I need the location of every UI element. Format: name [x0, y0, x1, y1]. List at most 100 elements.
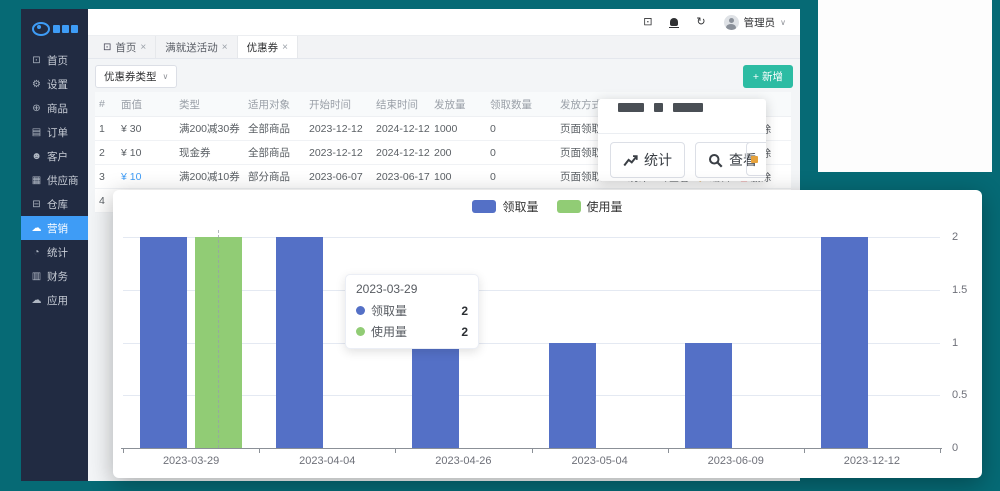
refresh-icon[interactable]: ↻ [696, 17, 705, 28]
add-button[interactable]: +新增 [743, 65, 793, 88]
sidebar-item-10[interactable]: ▥财务 [21, 264, 88, 288]
avatar [724, 15, 739, 30]
sidebar-item-7[interactable]: ⊟仓库 [21, 192, 88, 216]
screenshot-canvas: ⊡首页⚙设置⊕商品▤订单☻客户▦供应商⊟仓库☁营销◔统计▥财务☁应用 ⊡ ↻ 管… [0, 0, 1000, 491]
stats-icon: ◔ [31, 247, 42, 258]
fullscreen-icon[interactable]: ⊡ [643, 17, 652, 28]
sidebar-item-8[interactable]: ☁营销 [21, 216, 88, 240]
bar-领取量-2023-05-04[interactable] [549, 343, 596, 449]
logo-text [53, 25, 78, 33]
top-right-panel [818, 0, 992, 172]
table-cell: 0 [486, 141, 556, 165]
coupon-stats-chart: 领取量使用量00.511.522023-03-292023-04-042023-… [113, 190, 982, 478]
popup-buttons: 统计查看 [610, 142, 766, 178]
suppliers-icon: ▦ [31, 175, 42, 186]
coupon-value-link[interactable]: ¥ 10 [117, 165, 175, 189]
sidebar-item-2[interactable]: ⚙设置 [21, 72, 88, 96]
chart-tooltip: 2023-03-29领取量2使用量2 [345, 274, 479, 349]
screen-icon: ⊡ [103, 42, 111, 53]
x-axis-label: 2023-03-29 [123, 455, 259, 467]
x-axis-label: 2023-12-12 [804, 455, 940, 467]
bar-领取量-2023-12-12[interactable] [821, 237, 868, 448]
table-cell: 2023-06-07 [305, 165, 372, 189]
popup-chart-line-button[interactable]: 统计 [610, 142, 685, 178]
tab-label: 满就送活动 [165, 40, 218, 55]
tooltip-row: 使用量2 [356, 323, 468, 340]
table-cell: 2023-06-17 [372, 165, 430, 189]
table-cell: 2 [95, 141, 117, 165]
sidebar-item-5[interactable]: ☻ 客户 [21, 144, 88, 168]
cropped-text-fragment [618, 103, 703, 112]
sidebar-nav: ⊡首页⚙设置⊕商品▤订单 ☻ 客户 ▦供应商⊟仓库☁营销◔统计▥财务☁应用 [21, 48, 88, 312]
y-axis-tick-label: 0.5 [952, 389, 967, 401]
table-cell: 1 [95, 117, 117, 141]
plus-icon: + [753, 71, 759, 83]
toolbar: 优惠券类型 ∨ +新增 [95, 65, 793, 92]
close-icon[interactable]: × [282, 42, 288, 53]
sidebar-item-label: 客户 [47, 149, 68, 164]
sidebar-item-label: 订单 [47, 125, 68, 140]
chevron-down-icon: ∨ [163, 72, 169, 81]
user-menu[interactable]: 管理员 ∨ [724, 15, 786, 30]
finance-icon: ▥ [31, 271, 42, 282]
table-cell: 100 [430, 165, 486, 189]
legend-swatch [557, 200, 581, 213]
tab-1[interactable]: ⊡首页× [94, 36, 156, 58]
tab-2[interactable]: 满就送活动 × [156, 36, 237, 58]
warehouse-icon: ⊟ [31, 199, 42, 210]
apps-icon: ☁ [31, 295, 42, 306]
topbar: ⊡ ↻ 管理员 ∨ [88, 9, 800, 36]
table-cell: ¥ 10 [117, 141, 175, 165]
close-icon[interactable]: × [140, 42, 146, 53]
x-axis-tick [804, 448, 805, 453]
table-cell: 全部商品 [244, 117, 305, 141]
bar-领取量-2023-03-29[interactable] [140, 237, 187, 448]
sidebar-item-1[interactable]: ⊡首页 [21, 48, 88, 72]
add-label: 新增 [762, 69, 783, 84]
sidebar-item-4[interactable]: ▤订单 [21, 120, 88, 144]
app-logo[interactable] [21, 9, 88, 48]
bar-领取量-2023-04-04[interactable] [276, 237, 323, 448]
chart-legend: 领取量 使用量 [113, 198, 982, 215]
legend-item[interactable]: 使用量 [557, 198, 623, 215]
table-cell: 全部商品 [244, 141, 305, 165]
table-cell: 现金券 [175, 141, 244, 165]
close-icon[interactable]: × [222, 42, 228, 53]
bell-icon[interactable] [670, 18, 678, 26]
sidebar-item-label: 商品 [47, 101, 68, 116]
table-cell: 部分商品 [244, 165, 305, 189]
x-axis-label: 2023-06-09 [668, 455, 804, 467]
sidebar-item-label: 首页 [47, 53, 68, 68]
x-axis-tick [532, 448, 533, 453]
column-header: 类型 [175, 92, 244, 117]
x-axis-tick [123, 448, 124, 453]
bar-领取量-2023-04-26[interactable] [412, 343, 459, 449]
column-header: # [95, 92, 117, 117]
table-cell: 2023-12-12 [305, 117, 372, 141]
column-header: 面值 [117, 92, 175, 117]
cropped-edit-button[interactable] [746, 142, 766, 176]
sidebar-item-9[interactable]: ◔统计 [21, 240, 88, 264]
table-cell: 2024-12-12 [372, 117, 430, 141]
x-axis-label: 2023-05-04 [532, 455, 668, 467]
logo-icon [32, 22, 50, 36]
x-axis-tick [668, 448, 669, 453]
bar-领取量-2023-06-09[interactable] [685, 343, 732, 449]
tab-label: 优惠券 [247, 40, 279, 55]
sidebar-item-6[interactable]: ▦供应商 [21, 168, 88, 192]
coupon-type-filter[interactable]: 优惠券类型 ∨ [95, 65, 177, 88]
marketing-icon: ☁ [31, 223, 42, 234]
tooltip-series-name: 领取量 [371, 302, 407, 319]
search-icon [708, 153, 723, 168]
series-dot-icon [356, 306, 365, 315]
user-label: 管理员 [744, 15, 776, 30]
tab-3[interactable]: 优惠券× [238, 36, 298, 58]
sidebar-item-11[interactable]: ☁应用 [21, 288, 88, 312]
column-header: 适用对象 [244, 92, 305, 117]
series-dot-icon [356, 327, 365, 336]
edit-icon [751, 156, 758, 163]
customers-icon: ☻ [31, 151, 42, 162]
sidebar-item-3[interactable]: ⊕商品 [21, 96, 88, 120]
legend-item[interactable]: 领取量 [472, 198, 538, 215]
y-axis-tick-label: 1.5 [952, 284, 967, 296]
